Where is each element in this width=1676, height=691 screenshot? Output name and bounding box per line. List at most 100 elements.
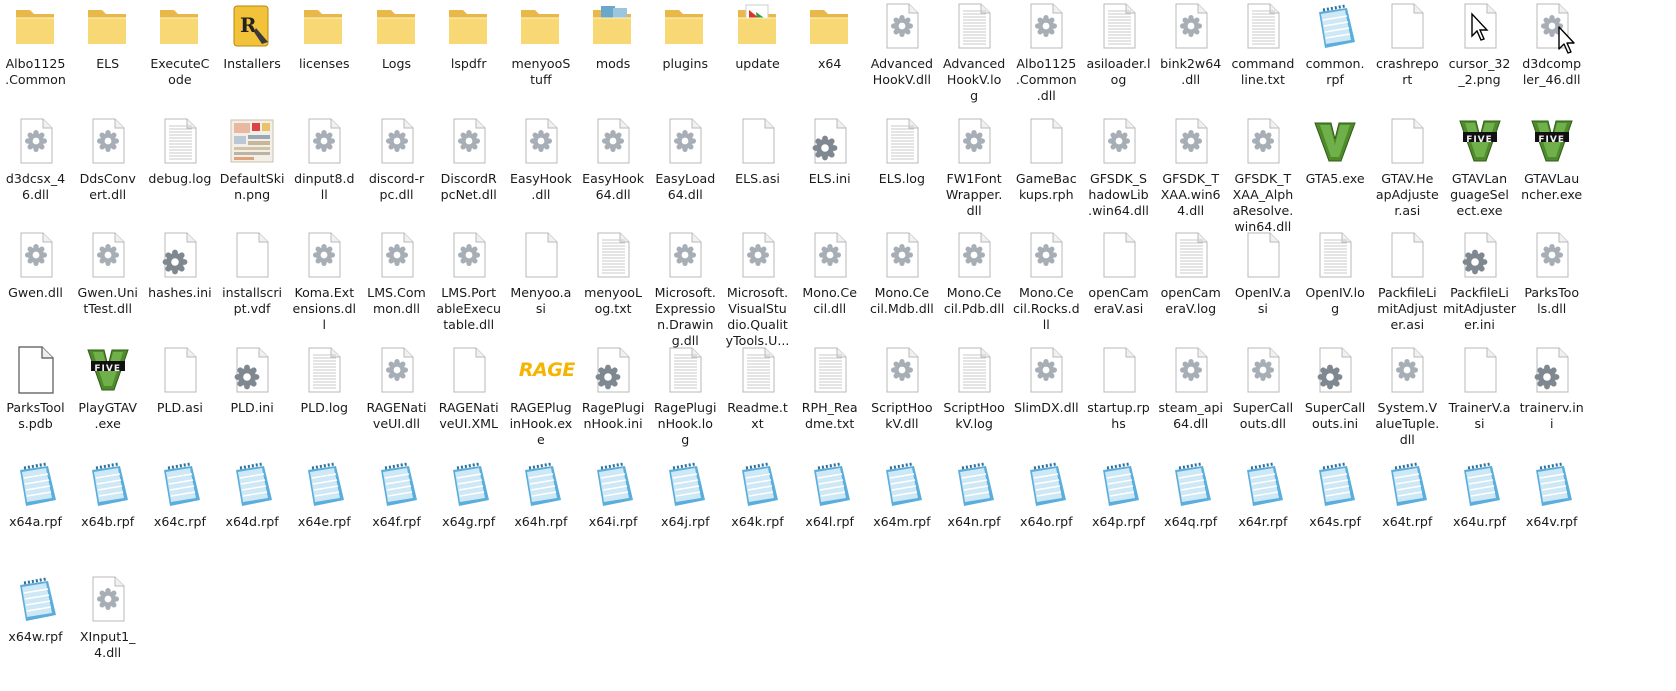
file-item[interactable]: FIVE GTAVLan guageSel ect.exe — [1441, 105, 1518, 233]
file-item[interactable]: x64e.rpf — [286, 448, 363, 576]
file-item[interactable]: SlimDX.dll — [1008, 334, 1085, 462]
file-item[interactable]: lspdfr — [430, 0, 507, 118]
file-item[interactable]: Menyoo.a si — [502, 219, 579, 347]
file-item[interactable]: licenses — [286, 0, 363, 118]
file-item[interactable]: d3dcsx_4 6.dll — [0, 105, 74, 233]
file-item[interactable]: mods — [575, 0, 652, 118]
file-item[interactable]: crashrepo rt — [1369, 0, 1446, 118]
file-item[interactable]: asiloader.l og — [1080, 0, 1157, 118]
file-item[interactable]: dinput8.d ll — [286, 105, 363, 233]
file-item[interactable]: x64q.rpf — [1152, 448, 1229, 576]
file-item[interactable]: RAGENati veUI.XML — [430, 334, 507, 462]
file-item[interactable]: x64w.rpf — [0, 563, 74, 691]
file-item[interactable]: Mono.Ce cil.Pdb.dll — [936, 219, 1013, 347]
file-item[interactable]: PLD.log — [286, 334, 363, 462]
file-item[interactable]: GTAV.He apAdjuste r.asi — [1369, 105, 1446, 233]
file-item[interactable]: FIVE PlayGTAV .exe — [69, 334, 146, 462]
file-item[interactable]: x64s.rpf — [1297, 448, 1374, 576]
file-item[interactable]: x64d.rpf — [214, 448, 291, 576]
file-item[interactable]: x64m.rpf — [863, 448, 940, 576]
file-item[interactable]: x64c.rpf — [141, 448, 218, 576]
file-item[interactable]: R Installers — [214, 0, 291, 118]
file-item[interactable]: System.V alueTuple. dll — [1369, 334, 1446, 462]
file-item[interactable]: x64l.rpf — [791, 448, 868, 576]
file-item[interactable]: LMS.Port ableExecu table.dll — [430, 219, 507, 347]
file-item[interactable]: startup.rp hs — [1080, 334, 1157, 462]
file-item[interactable]: PLD.asi — [141, 334, 218, 462]
file-item[interactable]: bink2w64 .dll — [1152, 0, 1229, 118]
file-item[interactable]: x64a.rpf — [0, 448, 74, 576]
file-item[interactable]: GTA5.exe — [1297, 105, 1374, 233]
file-item[interactable]: EasyHook 64.dll — [575, 105, 652, 233]
file-item[interactable]: ScriptHoo kV.log — [936, 334, 1013, 462]
file-item[interactable]: steam_api 64.dll — [1152, 334, 1229, 462]
file-item[interactable]: menyooL og.txt — [575, 219, 652, 347]
file-item[interactable]: x64o.rpf — [1008, 448, 1085, 576]
file-item[interactable]: hashes.ini — [141, 219, 218, 347]
file-item[interactable]: openCam eraV.asi — [1080, 219, 1157, 347]
file-item[interactable]: x64j.rpf — [647, 448, 724, 576]
file-item[interactable]: installscri pt.vdf — [214, 219, 291, 347]
file-item[interactable]: RAGENati veUI.dll — [358, 334, 435, 462]
file-item[interactable]: common. rpf — [1297, 0, 1374, 118]
file-item[interactable]: EasyHook .dll — [502, 105, 579, 233]
file-item[interactable]: ELS.asi — [719, 105, 796, 233]
file-item[interactable]: OpenIV.lo g — [1297, 219, 1374, 347]
file-item[interactable]: SuperCall outs.dll — [1224, 334, 1301, 462]
file-item[interactable]: ELS.ini — [791, 105, 868, 233]
file-item[interactable]: PackfileLi mitAdjust er.asi — [1369, 219, 1446, 347]
file-item[interactable]: TrainerV.a si — [1441, 334, 1518, 462]
file-item[interactable]: x64k.rpf — [719, 448, 796, 576]
file-item[interactable]: SuperCall outs.ini — [1297, 334, 1374, 462]
file-item[interactable]: Logs — [358, 0, 435, 118]
file-item[interactable]: x64i.rpf — [575, 448, 652, 576]
file-item[interactable]: OpenIV.a si — [1224, 219, 1301, 347]
file-item[interactable]: XInput1_ 4.dll — [69, 563, 146, 691]
file-item[interactable]: command line.txt — [1224, 0, 1301, 118]
file-item[interactable]: debug.log — [141, 105, 218, 233]
file-item[interactable]: Gwen.dll — [0, 219, 74, 347]
file-item[interactable]: FIVE GTAVLau ncher.exe — [1513, 105, 1590, 233]
file-item[interactable]: discord-r pc.dll — [358, 105, 435, 233]
file-item[interactable]: Microsoft. VisualStu dio.Qualit yTools.U… — [719, 219, 796, 348]
file-item[interactable]: ExecuteC ode — [141, 0, 218, 118]
file-item[interactable]: ELS.log — [863, 105, 940, 233]
file-item[interactable]: PackfileLi mitAdjuster er.ini — [1441, 219, 1518, 347]
file-item[interactable]: x64v.rpf — [1513, 448, 1590, 576]
file-item[interactable]: Microsoft. Expressio n.Drawin g.dll — [647, 219, 724, 348]
file-item[interactable]: EasyLoad 64.dll — [647, 105, 724, 233]
file-item[interactable]: GFSDK_T XAA_Alph aResolve. win64.dll — [1224, 105, 1301, 234]
file-item[interactable]: LMS.Com mon.dll — [358, 219, 435, 347]
file-item[interactable]: Readme.t xt — [719, 334, 796, 462]
file-item[interactable]: GameBac kups.rph — [1008, 105, 1085, 233]
file-item[interactable]: Mono.Ce cil.dll — [791, 219, 868, 347]
file-item[interactable]: x64u.rpf — [1441, 448, 1518, 576]
file-item[interactable]: ScriptHoo kV.dll — [863, 334, 940, 462]
file-item[interactable]: x64g.rpf — [430, 448, 507, 576]
file-item[interactable]: RAGE RAGEPlug inHook.ex e — [502, 334, 579, 462]
file-item[interactable]: Gwen.Uni tTest.dll — [69, 219, 146, 347]
file-item[interactable]: x64n.rpf — [936, 448, 1013, 576]
file-item[interactable]: cursor_32 _2.png — [1441, 0, 1518, 118]
file-item[interactable]: GFSDK_S hadowLib .win64.dll — [1080, 105, 1157, 233]
file-item[interactable]: x64 — [791, 0, 868, 118]
file-item[interactable]: x64r.rpf — [1224, 448, 1301, 576]
file-item[interactable]: Koma.Ext ensions.dl l — [286, 219, 363, 347]
file-item[interactable]: DdsConv ert.dll — [69, 105, 146, 233]
file-item[interactable]: Albo1125 .Common .dll — [1008, 0, 1085, 118]
file-item[interactable]: openCam eraV.log — [1152, 219, 1229, 347]
file-item[interactable]: update — [719, 0, 796, 118]
file-item[interactable]: PLD.ini — [214, 334, 291, 462]
file-item[interactable]: Advanced HookV.lo g — [936, 0, 1013, 118]
file-item[interactable]: DiscordR pcNet.dll — [430, 105, 507, 233]
file-item[interactable]: ParksToo ls.dll — [1513, 219, 1590, 347]
file-item[interactable]: menyooS tuff — [502, 0, 579, 118]
file-item[interactable]: GFSDK_T XAA.win6 4.dll — [1152, 105, 1229, 233]
file-item[interactable]: d3dcomp ler_46.dll — [1513, 0, 1590, 118]
file-item[interactable]: RPH_Rea dme.txt — [791, 334, 868, 462]
file-item[interactable]: trainerv.in i — [1513, 334, 1590, 462]
file-item[interactable]: Advanced HookV.dll — [863, 0, 940, 118]
file-item[interactable]: x64b.rpf — [69, 448, 146, 576]
file-item[interactable]: Mono.Ce cil.Rocks.d ll — [1008, 219, 1085, 347]
file-item[interactable]: RagePlugi nHook.ini — [575, 334, 652, 462]
